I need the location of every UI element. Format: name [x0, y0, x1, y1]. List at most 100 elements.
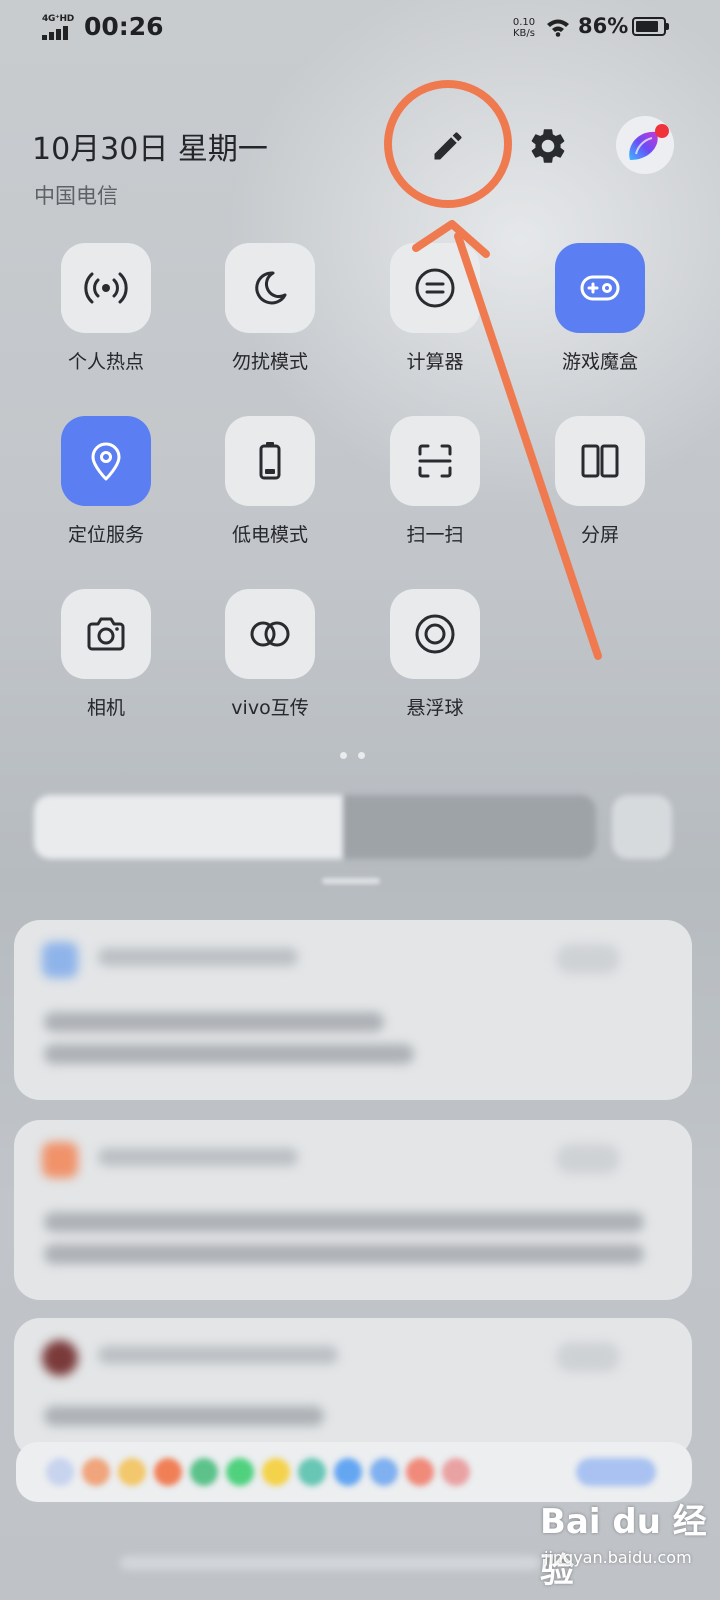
wifi-icon	[547, 19, 569, 37]
tile-vivo-share-label: vivo互传	[231, 697, 309, 719]
tile-location[interactable]: 定位服务	[46, 416, 166, 547]
app-dot	[262, 1458, 290, 1486]
page-indicator	[338, 752, 378, 762]
gear-icon	[531, 129, 565, 163]
clock: 00:26	[84, 12, 164, 41]
tile-camera-label: 相机	[86, 697, 125, 719]
brightness-slider[interactable]	[34, 795, 596, 859]
notification-header	[98, 948, 298, 966]
tile-floating-ball[interactable]: 悬浮球	[375, 589, 495, 720]
battery-percent: 86%	[578, 14, 629, 38]
app-dot	[46, 1458, 74, 1486]
network-speed-value: 0.10	[512, 17, 536, 28]
drag-handle[interactable]	[322, 878, 380, 884]
tile-low-power-label: 低电模式	[231, 524, 308, 546]
tile-do-not-disturb[interactable]: 勿扰模式	[210, 243, 330, 374]
notification-header	[98, 1148, 298, 1166]
tile-calculator-box	[390, 243, 480, 333]
watermark-url: jingyan.baidu.com	[544, 1548, 692, 1567]
tile-dnd-label: 勿扰模式	[231, 351, 308, 373]
notification-pill	[556, 1144, 620, 1174]
app-dot	[406, 1458, 434, 1486]
floating-ball-icon	[415, 614, 455, 654]
status-bar: 4G⁺HD 00:26 0.10 KB/s 86%	[0, 0, 720, 60]
tile-low-power-box	[225, 416, 315, 506]
notification-card[interactable]	[14, 1318, 692, 1458]
app-dot	[370, 1458, 398, 1486]
app-icon	[42, 1142, 78, 1178]
tile-calculator[interactable]: 计算器	[375, 243, 495, 374]
battery-low-icon	[259, 442, 281, 480]
app-icon	[42, 1340, 78, 1376]
tile-hotspot-label: 个人热点	[67, 351, 144, 373]
notification-content-blurred	[14, 920, 692, 1100]
tile-floating-ball-label: 悬浮球	[406, 697, 464, 719]
notification-pill	[556, 944, 620, 974]
notification-line	[44, 1012, 384, 1032]
location-pin-icon	[91, 442, 121, 481]
app-dot	[82, 1458, 110, 1486]
tile-location-label: 定位服务	[67, 524, 144, 546]
camera-icon	[87, 617, 125, 651]
tile-split-screen[interactable]: 分屏	[540, 416, 660, 547]
assistant-avatar[interactable]	[616, 116, 674, 174]
tile-scan-box	[390, 416, 480, 506]
app-dot	[190, 1458, 218, 1486]
jovi-avatar-icon	[616, 116, 674, 174]
tile-location-box	[61, 416, 151, 506]
watermark-logo: Bai du 经验	[540, 1502, 707, 1591]
tile-floating-ball-box	[390, 589, 480, 679]
pencil-icon	[434, 132, 462, 160]
edit-button[interactable]	[420, 118, 476, 174]
calculator-icon	[415, 268, 455, 308]
network-type-label: 4G⁺HD	[42, 14, 74, 24]
network-speed: 0.10 KB/s	[508, 17, 540, 39]
tile-split-screen-box	[555, 416, 645, 506]
gamepad-icon	[580, 275, 620, 301]
brightness-level	[34, 795, 344, 859]
notification-line	[44, 1044, 414, 1064]
baidu-watermark: Bai du 经验 jingyan.baidu.com	[540, 1490, 710, 1591]
tile-dnd-box	[225, 243, 315, 333]
tile-scan[interactable]: 扫一扫	[375, 416, 495, 547]
date-label: 10月30日 星期一	[32, 132, 268, 167]
tile-camera[interactable]: 相机	[46, 589, 166, 720]
tile-hotspot[interactable]: 个人热点	[46, 243, 166, 374]
tile-vivo-share-box	[225, 589, 315, 679]
tile-scan-label: 扫一扫	[406, 524, 464, 546]
tile-vivo-share[interactable]: vivo互传	[210, 589, 330, 720]
notification-header	[98, 1346, 338, 1364]
tile-game-box[interactable]: 游戏魔盒	[540, 243, 660, 374]
app-dot	[334, 1458, 362, 1486]
notification-line	[44, 1212, 644, 1232]
app-dot	[298, 1458, 326, 1486]
tile-game-box-label: 游戏魔盒	[561, 351, 638, 373]
tile-low-power[interactable]: 低电模式	[210, 416, 330, 547]
notification-pill	[556, 1342, 620, 1372]
app-dot	[118, 1458, 146, 1486]
tile-split-screen-label: 分屏	[580, 524, 619, 546]
carrier-label: 中国电信	[34, 184, 118, 208]
split-screen-icon	[581, 444, 619, 478]
notification-line	[44, 1244, 644, 1264]
link-rings-icon	[250, 621, 290, 647]
moon-icon	[255, 271, 287, 305]
scan-icon	[418, 444, 452, 478]
notification-content-blurred	[14, 1120, 692, 1300]
notification-card[interactable]	[14, 1120, 692, 1300]
app-dot	[226, 1458, 254, 1486]
signal-bars-icon	[42, 26, 68, 40]
battery-fill	[636, 21, 659, 32]
tile-calculator-label: 计算器	[406, 351, 464, 373]
app-dot	[576, 1458, 656, 1486]
tile-hotspot-box	[61, 243, 151, 333]
settings-button[interactable]	[520, 118, 576, 174]
brightness-auto-button[interactable]	[612, 795, 672, 859]
tile-camera-box	[61, 589, 151, 679]
page-dot	[340, 752, 347, 759]
notification-card[interactable]	[14, 920, 692, 1100]
footer-text-blurred	[120, 1556, 540, 1570]
notification-line	[44, 1406, 324, 1426]
network-speed-unit: KB/s	[513, 28, 535, 39]
tile-game-box-box	[555, 243, 645, 333]
